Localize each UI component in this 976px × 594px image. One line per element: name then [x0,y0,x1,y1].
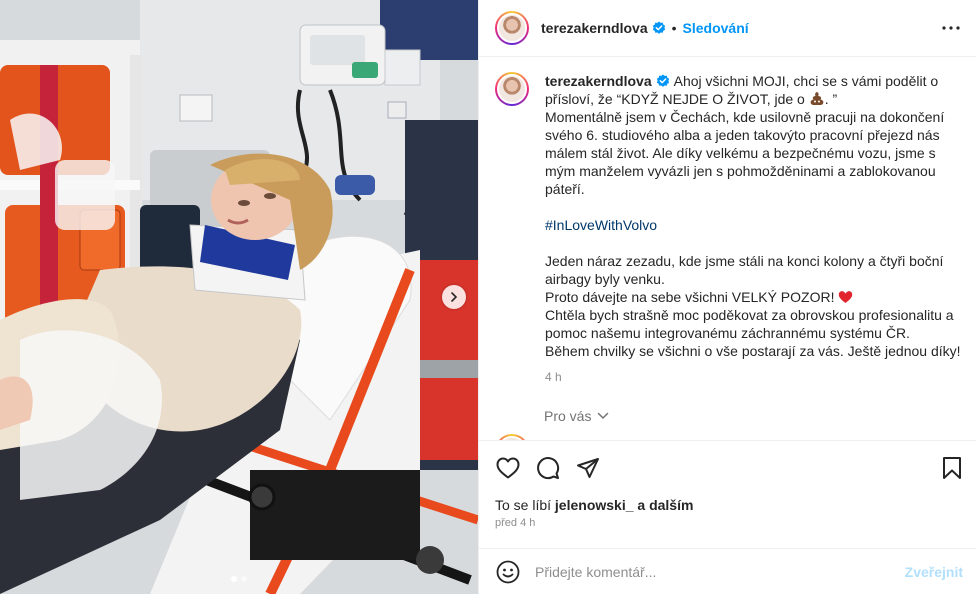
likes-user-link[interactable]: jelenowski_ [555,497,634,513]
comment-input[interactable] [535,563,895,580]
emoji-icon [496,560,520,583]
for-you-toggle[interactable]: Pro vás [544,408,609,424]
post-timestamp[interactable]: před 4 h [495,517,535,529]
for-you-label: Pro vás [544,408,592,424]
comment-button[interactable] [535,455,561,481]
chevron-right-icon [451,292,458,302]
carousel-dot [241,576,247,582]
caption-line-1-end: . ” [824,91,838,107]
photo-illustration [0,0,478,594]
save-icon [943,457,961,479]
likes-others-link[interactable]: a dalším [637,497,693,513]
post-comment-button[interactable]: Zveřejnit [905,564,963,580]
caption-username[interactable]: terezakerndlova [545,73,652,89]
caption-block: terezakerndlova Ahoj všichni MOJI, chci … [495,72,965,384]
post-header: terezakerndlova • Sledování [479,0,976,57]
post-actions-bar [479,440,976,494]
verified-badge-icon [652,21,665,34]
caption-author-avatar[interactable] [495,72,529,106]
add-comment-bar: Zveřejnit [479,548,976,594]
post-photo[interactable] [0,0,478,594]
save-button[interactable] [939,455,965,481]
like-icon [496,457,520,479]
caption-paragraph-5: Během chvilky se všichni o vše postarají… [545,343,961,359]
more-options-button[interactable] [941,18,961,38]
caption-paragraph-4: Chtěla bych strašně moc poděkovat za obr… [545,307,954,341]
author-avatar[interactable] [495,11,529,45]
poo-emoji [810,92,824,105]
verified-badge-icon [656,74,669,87]
post-side-panel: terezakerndlova • Sledování terezakerndl… [478,0,976,594]
caption-paragraph-2: Jeden náraz zezadu, kde jsme stáli na ko… [545,253,944,287]
carousel-next-button[interactable] [442,285,466,309]
caption-timestamp[interactable]: 4 h [545,370,965,384]
header-separator: • [671,20,677,36]
following-button[interactable]: Sledování [683,20,749,36]
hashtag-link[interactable]: #InLoveWithVolvo [545,217,657,233]
comments-scroll-area[interactable]: terezakerndlova Ahoj všichni MOJI, chci … [479,58,976,440]
likes-summary: To se líbí jelenowski_ a dalším [495,497,693,513]
share-icon [577,458,599,478]
caption-text: terezakerndlova Ahoj všichni MOJI, chci … [545,72,965,360]
red-heart-emoji [839,291,853,303]
carousel-dot-active [231,576,237,582]
caption-paragraph-1: Momentálně jsem v Čechách, kde usilovně … [545,109,945,197]
caption-paragraph-3: Proto dávejte na sebe všichni VELKÝ POZO… [545,289,835,305]
more-options-icon [942,26,960,30]
likes-prefix: To se líbí [495,497,552,513]
emoji-button[interactable] [495,559,521,585]
like-button[interactable] [495,455,521,481]
author-username[interactable]: terezakerndlova [541,20,648,36]
comment-icon [537,457,560,480]
share-button[interactable] [575,455,601,481]
carousel-indicator [0,576,478,582]
chevron-down-icon [598,412,609,420]
